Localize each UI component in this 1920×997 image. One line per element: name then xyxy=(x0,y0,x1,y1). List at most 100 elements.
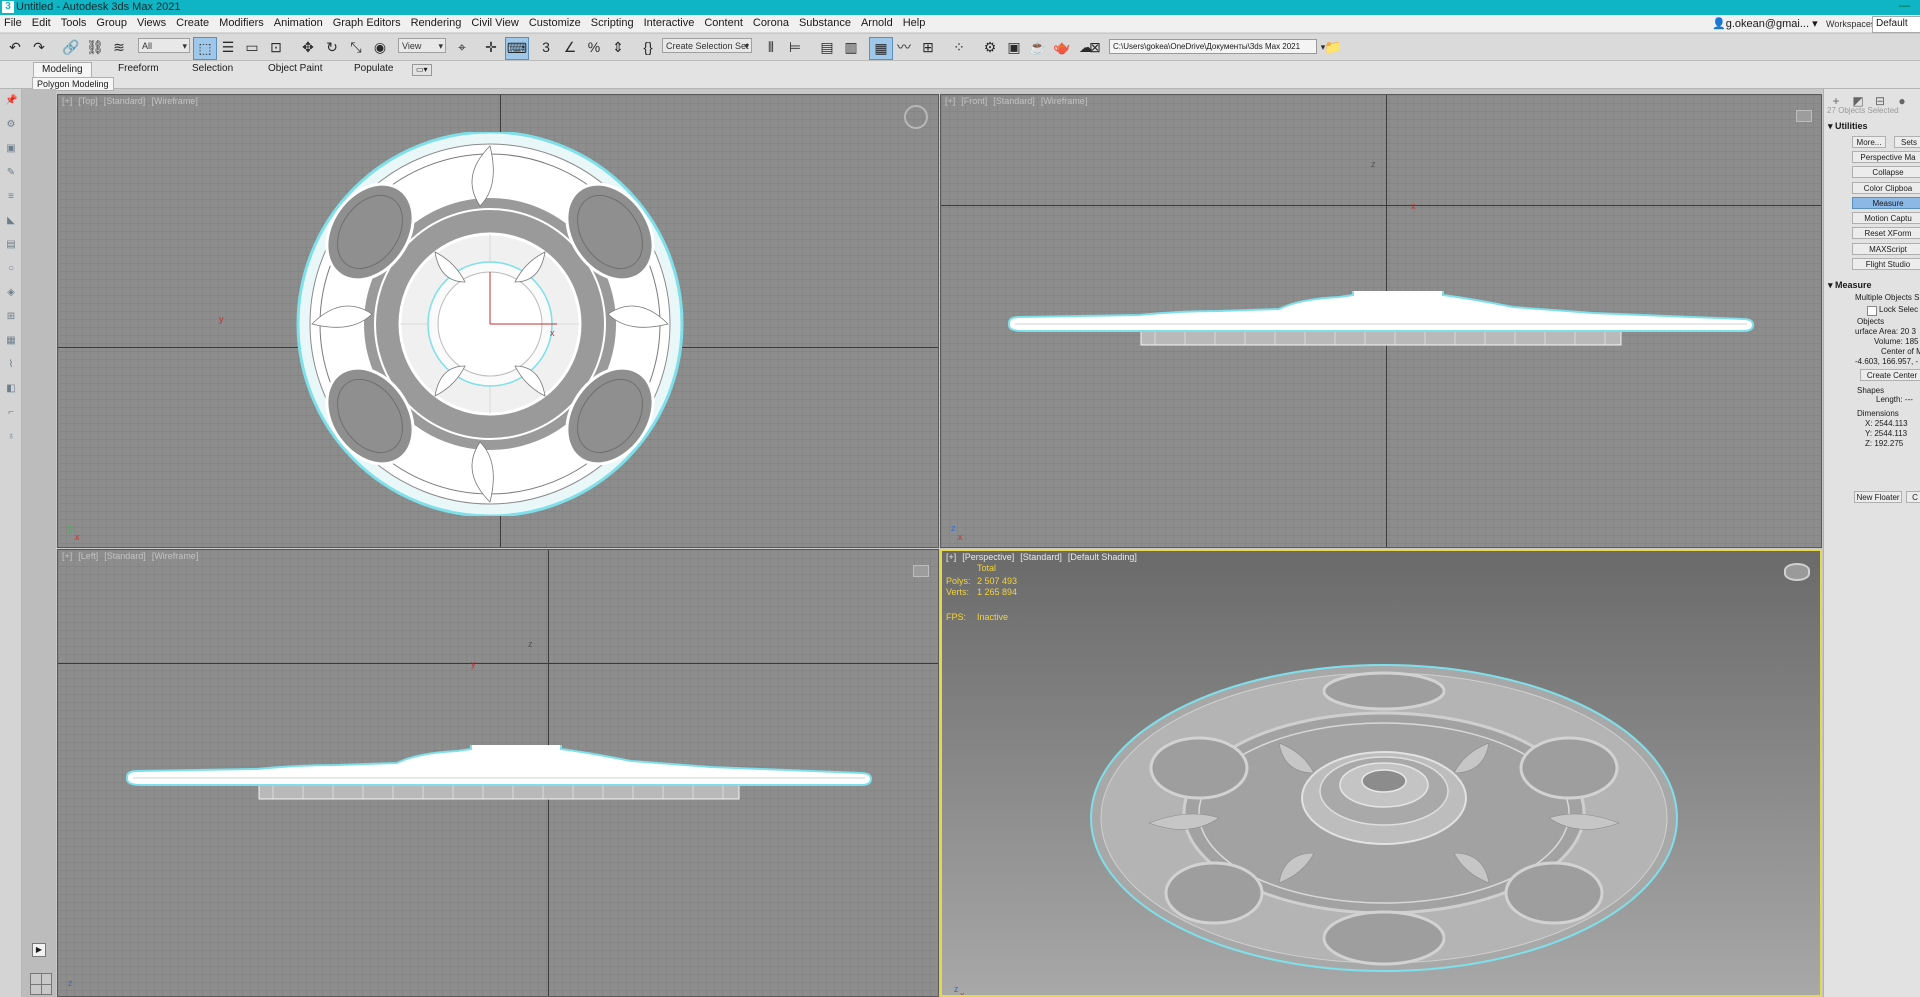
select-place-icon[interactable]: ◉ xyxy=(369,37,391,58)
tab-object-paint[interactable]: Object Paint xyxy=(260,62,330,76)
snaps-toggle-icon[interactable]: 3 xyxy=(535,37,557,58)
menu-group[interactable]: Group xyxy=(91,15,132,29)
camera-icon[interactable]: ⌐ xyxy=(5,407,17,419)
ribbon-options-icon[interactable]: ▭▾ xyxy=(412,64,432,76)
menu-tools[interactable]: Tools xyxy=(56,15,92,29)
menu-arnold[interactable]: Arnold xyxy=(856,15,898,29)
brush-icon[interactable]: ⌇ xyxy=(5,359,17,371)
viewport-left[interactable]: [+] [Left] [Standard] [Wireframe] z y z xyxy=(57,549,939,997)
select-object-icon[interactable]: ⬚ xyxy=(193,37,217,60)
rendered-frame-icon[interactable]: ▣ xyxy=(1003,37,1025,58)
utilities-rollout[interactable]: ▾ Utilities xyxy=(1828,121,1868,132)
utility-color-clipboard[interactable]: Color Clipboa xyxy=(1852,182,1920,194)
viewport-front[interactable]: [+] [Front] [Standard] [Wireframe] z x z x xyxy=(940,94,1822,548)
viewport-nav-icon[interactable] xyxy=(1796,110,1812,122)
scene-explorer-icon[interactable]: ▤ xyxy=(816,37,838,58)
viewport-label[interactable]: [+] [Left] [Standard] [Wireframe] xyxy=(62,551,204,561)
sets-button[interactable]: Sets xyxy=(1894,136,1920,148)
project-path-field[interactable]: C:\Users\gokea\OneDrive\Документы\3ds Ma… xyxy=(1109,39,1317,54)
table-icon[interactable]: ▦ xyxy=(5,335,17,347)
render-iterative-icon[interactable]: 🫖 xyxy=(1051,37,1073,58)
percent-snap-icon[interactable]: % xyxy=(583,37,605,58)
menu-modifiers[interactable]: Modifiers xyxy=(214,15,269,29)
new-floater-button[interactable]: New Floater xyxy=(1854,491,1902,503)
account-menu[interactable]: 👤g.okean@gmai... ▾ xyxy=(1712,17,1818,30)
a360-gallery-icon[interactable]: ⊠ xyxy=(1084,37,1106,58)
ceiling-medallion-wireframe-top[interactable] xyxy=(295,132,685,516)
undo-icon[interactable]: ↶ xyxy=(4,37,26,58)
circle-icon[interactable]: ○ xyxy=(5,263,17,275)
utility-motion-capture[interactable]: Motion Captu xyxy=(1852,212,1920,224)
viewport-label[interactable]: [+] [Perspective] [Standard] [Default Shadi… xyxy=(946,552,1143,562)
menu-corona[interactable]: Corona xyxy=(748,15,794,29)
more-button[interactable]: More... xyxy=(1852,136,1886,148)
workspace-dropdown[interactable]: Default xyxy=(1872,16,1920,33)
ribbon-toggle-icon[interactable]: ▦ xyxy=(869,37,893,60)
menu-help[interactable]: Help xyxy=(898,15,931,29)
settings-icon[interactable]: ⚙ xyxy=(5,119,17,131)
tab-selection[interactable]: Selection xyxy=(184,62,241,76)
minimize-button[interactable]: — xyxy=(1899,0,1910,12)
curve-editor-icon[interactable]: 〰 xyxy=(893,37,915,58)
move-icon[interactable]: ✥ xyxy=(297,37,319,58)
menu-create[interactable]: Create xyxy=(171,15,214,29)
create-center-button[interactable]: Create Center xyxy=(1860,369,1920,381)
tab-freeform[interactable]: Freeform xyxy=(110,62,167,76)
menu-edit[interactable]: Edit xyxy=(27,15,56,29)
viewport-layout-icon[interactable] xyxy=(30,973,52,995)
mirror-icon[interactable]: ⫴ xyxy=(760,37,782,58)
tab-modeling[interactable]: Modeling xyxy=(33,62,92,77)
rotate-icon[interactable]: ↻ xyxy=(321,37,343,58)
panel-icon[interactable]: ◧ xyxy=(5,383,17,395)
menu-animation[interactable]: Animation xyxy=(269,15,328,29)
selection-filter-dropdown[interactable]: All xyxy=(138,38,190,54)
select-manipulate-icon[interactable]: ✛ xyxy=(480,37,502,58)
viewport-perspective[interactable]: [+] [Perspective] [Standard] [Default Shadi… xyxy=(940,549,1822,997)
reference-coord-dropdown[interactable]: View xyxy=(398,38,446,54)
utility-maxscript[interactable]: MAXScript xyxy=(1852,243,1920,255)
select-by-name-icon[interactable]: ☰ xyxy=(217,37,239,58)
bind-spacewarp-icon[interactable]: ≋ xyxy=(108,37,130,58)
app-logo-icon[interactable]: 3 xyxy=(2,1,14,13)
layer-explorer-icon[interactable]: ▥ xyxy=(840,37,862,58)
menu-interactive[interactable]: Interactive xyxy=(639,15,700,29)
align-icon[interactable]: ⊨ xyxy=(784,37,806,58)
menu-substance[interactable]: Substance xyxy=(794,15,856,29)
redo-icon[interactable]: ↷ xyxy=(28,37,50,58)
rect-selection-icon[interactable]: ▭ xyxy=(241,37,263,58)
pin-icon[interactable]: 📌 xyxy=(5,95,17,107)
list-icon[interactable]: ≡ xyxy=(5,191,17,203)
scale-icon[interactable]: ⤡ xyxy=(345,37,367,58)
play-icon[interactable]: ▶ xyxy=(32,943,46,957)
viewport-nav-icon[interactable] xyxy=(913,565,929,577)
layers-icon[interactable]: ▤ xyxy=(5,239,17,251)
angle-snap-icon[interactable]: ∠ xyxy=(559,37,581,58)
render-setup-icon[interactable]: ⚙ xyxy=(979,37,1001,58)
unlink-icon[interactable]: ⛓ xyxy=(84,37,106,58)
measure-rollout[interactable]: ▾ Measure xyxy=(1828,280,1872,291)
viewcube-icon[interactable] xyxy=(1784,563,1810,581)
menu-customize[interactable]: Customize xyxy=(524,15,586,29)
viewport-label[interactable]: [+] [Front] [Standard] [Wireframe] xyxy=(945,96,1093,106)
utility-reset-xform[interactable]: Reset XForm xyxy=(1852,227,1920,239)
material-editor-icon[interactable]: ⁘ xyxy=(948,37,970,58)
utility-measure[interactable]: Measure xyxy=(1852,197,1920,209)
object-icon[interactable]: ◈ xyxy=(5,287,17,299)
project-folder-icon[interactable]: 📁 xyxy=(1322,37,1344,58)
utility-collapse[interactable]: Collapse xyxy=(1852,166,1920,178)
marker-icon[interactable]: ◣ xyxy=(5,215,17,227)
utility-flight-studio[interactable]: Flight Studio xyxy=(1852,258,1920,270)
light-icon[interactable]: ♁ xyxy=(5,431,17,443)
menu-views[interactable]: Views xyxy=(132,15,171,29)
ceiling-medallion-shaded-perspective[interactable] xyxy=(1089,663,1679,973)
menu-rendering[interactable]: Rendering xyxy=(406,15,467,29)
menu-content[interactable]: Content xyxy=(699,15,748,29)
menu-file[interactable]: File xyxy=(0,15,27,29)
lock-selection-checkbox[interactable] xyxy=(1867,306,1877,316)
viewport-top[interactable]: [+] [Top] [Standard] [Wireframe] y x y x xyxy=(57,94,939,548)
viewcube-icon[interactable] xyxy=(904,105,928,129)
tab-populate[interactable]: Populate xyxy=(346,62,401,76)
viewport-label[interactable]: [+] [Top] [Standard] [Wireframe] xyxy=(62,96,204,106)
tool-icon[interactable]: ✎ xyxy=(5,167,17,179)
edit-named-sets-icon[interactable]: {} xyxy=(637,37,659,58)
